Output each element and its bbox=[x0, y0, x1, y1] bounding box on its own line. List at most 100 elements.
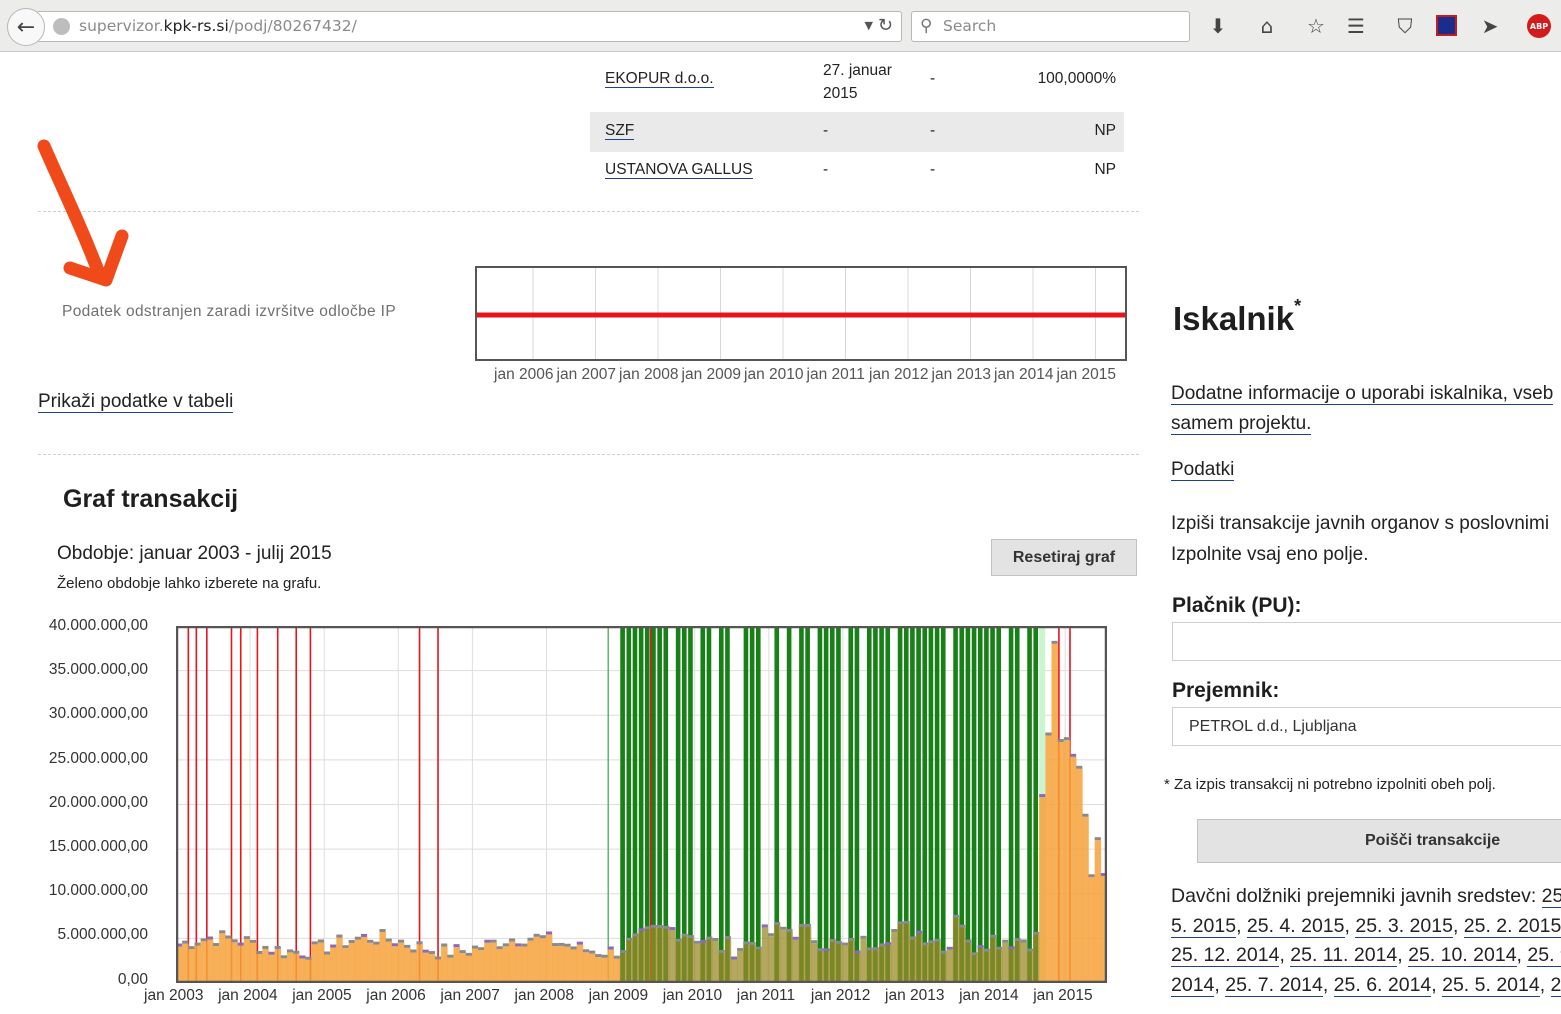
data-bar bbox=[1002, 942, 1009, 983]
data-bar bbox=[681, 936, 689, 983]
bar-cap bbox=[305, 956, 312, 960]
bar-cap bbox=[447, 954, 454, 958]
bar-cap bbox=[687, 935, 694, 939]
mini-chart[interactable] bbox=[475, 266, 1127, 361]
bar-cap bbox=[946, 946, 953, 950]
debtors-date-link[interactable]: 25. 4. 2015 bbox=[1246, 914, 1345, 938]
data-bar bbox=[422, 952, 430, 983]
data-bar bbox=[971, 955, 978, 983]
mini-x-tick: jan 2012 bbox=[869, 366, 929, 383]
debtors-date-link[interactable]: 25. 6. 2014 bbox=[1333, 973, 1432, 997]
reload-icon[interactable]: ↻ bbox=[878, 15, 893, 36]
sidebar-info-link[interactable]: Dodatne informacije o uporabi iskalnika,… bbox=[1171, 379, 1554, 439]
data-bar bbox=[410, 952, 417, 983]
reading-list-icon[interactable]: ☰ bbox=[1343, 13, 1369, 39]
mini-chart-x-axis: jan 2006 jan 2007 jan 2008 jan 2009 jan 2010… bbox=[475, 366, 1135, 386]
bar-cap bbox=[428, 951, 435, 955]
bar-cap bbox=[632, 933, 639, 937]
data-bar bbox=[194, 945, 201, 983]
payer-input[interactable] bbox=[1172, 622, 1561, 661]
bar-cap bbox=[952, 914, 960, 918]
receiver-input[interactable] bbox=[1172, 707, 1561, 746]
url-text[interactable]: supervizor.kpk-rs.si/podj/80267432/ bbox=[79, 17, 357, 35]
data-bar bbox=[983, 951, 991, 983]
green-marker bbox=[632, 626, 638, 983]
bar-cap bbox=[527, 937, 534, 941]
debtors-date-link[interactable]: 25. 12. 2014 bbox=[1171, 944, 1280, 967]
bar-cap bbox=[441, 943, 448, 947]
data-bar bbox=[922, 945, 929, 983]
chart-plot-area[interactable] bbox=[176, 626, 1107, 983]
data-bar bbox=[200, 941, 208, 983]
back-button[interactable]: ← bbox=[7, 8, 45, 46]
x-tick-label: jan 2005 bbox=[292, 987, 352, 1004]
y-tick-label: 20.000.000,00 bbox=[48, 793, 148, 811]
bar-cap bbox=[200, 938, 207, 942]
adblock-icon[interactable]: ABP bbox=[1527, 14, 1551, 38]
show-table-link[interactable]: Prikaži podatke v tabeli bbox=[38, 391, 234, 413]
bookmark-star-icon[interactable]: ☆ bbox=[1303, 13, 1329, 39]
data-bar bbox=[897, 924, 904, 983]
data-bar bbox=[293, 953, 300, 983]
bar-cap bbox=[743, 941, 750, 945]
sidebar-data-link[interactable]: Podatki bbox=[1171, 459, 1235, 481]
bar-cap bbox=[1002, 939, 1009, 943]
home-icon[interactable]: ⌂ bbox=[1254, 13, 1280, 39]
search-transactions-button[interactable]: Poišči transakcije bbox=[1197, 819, 1561, 863]
debtors-date-link[interactable]: 25. bbox=[1550, 973, 1561, 997]
data-bar bbox=[311, 944, 319, 983]
bar-cap bbox=[1033, 931, 1040, 935]
green-marker bbox=[910, 626, 915, 983]
y-tick-label: 5.000.000,00 bbox=[57, 926, 148, 944]
pocket-icon[interactable]: ⛉ bbox=[1392, 13, 1418, 39]
bar-cap bbox=[878, 943, 886, 947]
debtors-date-link[interactable]: 2014 bbox=[1171, 973, 1215, 997]
debtors-date-link[interactable]: 25. 9 bbox=[1527, 944, 1561, 967]
owner-name[interactable]: USTANOVA GALLUS bbox=[605, 161, 753, 179]
bar-cap bbox=[718, 949, 725, 953]
url-dropdown-icon[interactable]: ▼ bbox=[865, 19, 873, 32]
debtors-date-link[interactable]: 25. 3. 2015 bbox=[1355, 914, 1453, 938]
bar-cap bbox=[206, 936, 213, 940]
bar-cap bbox=[656, 925, 664, 929]
data-bar bbox=[533, 936, 541, 983]
bar-cap bbox=[274, 946, 281, 950]
data-bar bbox=[885, 945, 892, 983]
back-arrow-icon: ← bbox=[16, 14, 36, 40]
debtors-date-link[interactable]: 25. 5. 2014 bbox=[1442, 973, 1540, 997]
bar-cap bbox=[786, 928, 793, 932]
download-icon[interactable]: ⬇ bbox=[1205, 13, 1231, 39]
debtors-date-link[interactable]: 25. 10. 2014 bbox=[1408, 944, 1517, 967]
bar-cap bbox=[373, 941, 380, 945]
bar-cap bbox=[897, 921, 904, 925]
debtors-date-link[interactable]: 25. 11. 2014 bbox=[1290, 944, 1398, 967]
bar-cap bbox=[379, 929, 386, 933]
bar-cap bbox=[706, 936, 713, 940]
data-bar bbox=[206, 939, 214, 983]
data-bar bbox=[515, 946, 522, 983]
debtors-date-link[interactable]: 25. 7. 2014 bbox=[1225, 973, 1323, 997]
owner-name[interactable]: EKOPUR d.o.o. bbox=[605, 70, 714, 88]
bar-cap bbox=[521, 943, 528, 947]
send-icon[interactable]: ➤ bbox=[1477, 13, 1503, 39]
url-bar[interactable]: supervizor.kpk-rs.si/podj/80267432/ ▼ ↻ bbox=[36, 11, 902, 42]
reset-graph-button[interactable]: Resetiraj graf bbox=[991, 539, 1137, 576]
green-marker bbox=[940, 626, 946, 983]
debtors-date-link[interactable]: 25. 2. 2015 bbox=[1463, 914, 1561, 938]
mini-x-tick: jan 2008 bbox=[619, 366, 679, 383]
transactions-chart[interactable]: 40.000.000,00 35.000.000,00 30.000.000,00 2… bbox=[0, 613, 1140, 1014]
extension-icon[interactable] bbox=[1436, 15, 1457, 36]
data-bar bbox=[342, 948, 349, 983]
data-bar bbox=[835, 943, 843, 983]
search-bar[interactable]: ⚲ Search bbox=[911, 11, 1190, 42]
green-marker bbox=[620, 626, 625, 983]
debtors-date-link[interactable]: 5. 2015 bbox=[1171, 914, 1237, 938]
owner-share: NP bbox=[1094, 161, 1116, 178]
data-bar bbox=[1051, 643, 1058, 983]
data-bar bbox=[804, 926, 812, 983]
bar-cap bbox=[811, 940, 818, 944]
debtors-date-link[interactable]: 25 bbox=[1541, 885, 1561, 908]
green-marker bbox=[688, 626, 693, 983]
owner-name[interactable]: SZF bbox=[605, 122, 635, 140]
sidebar-note: * Za izpis transakcij ni potrebno izpoln… bbox=[1164, 776, 1496, 793]
